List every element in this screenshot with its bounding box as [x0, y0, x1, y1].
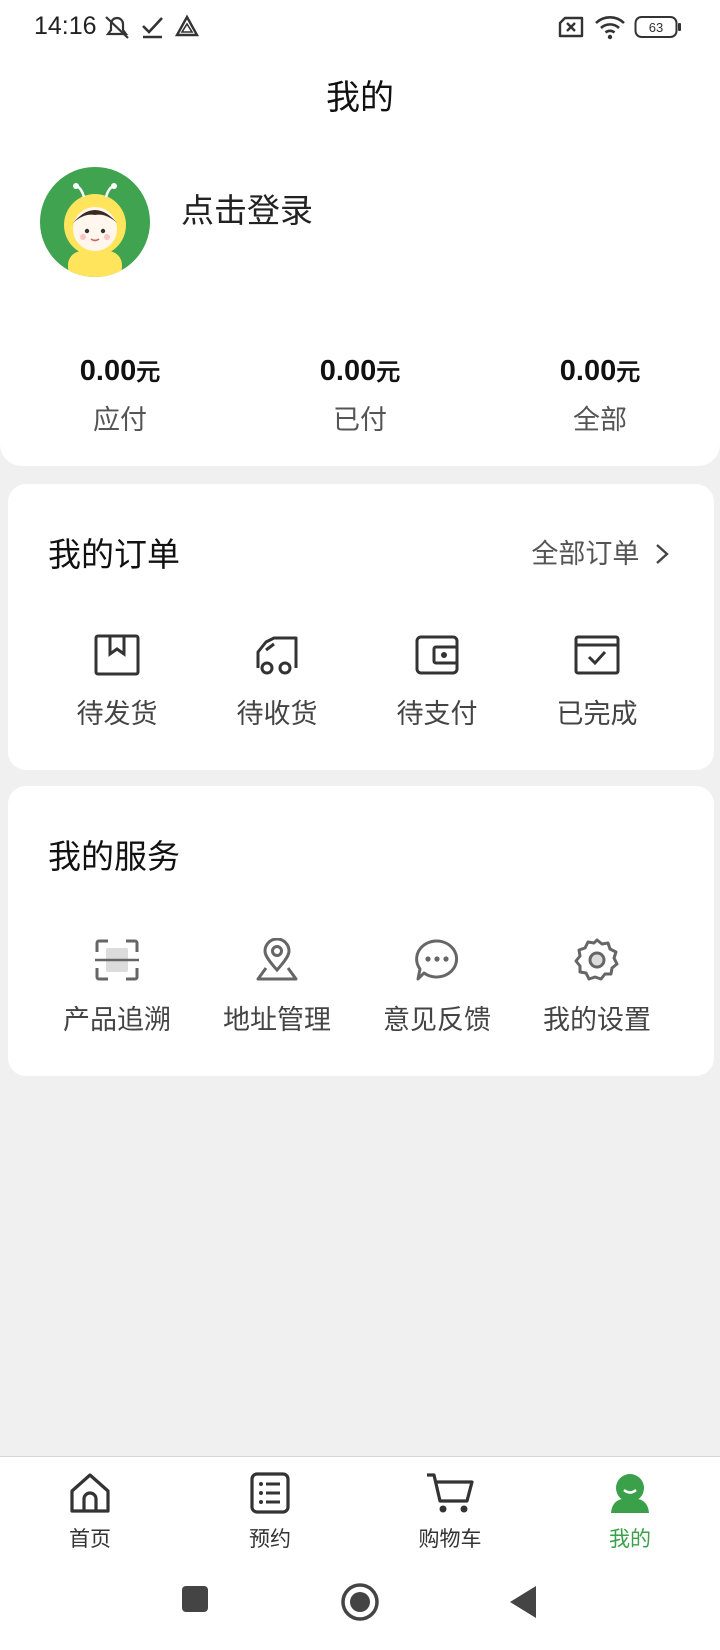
service-feedback[interactable]: 意见反馈: [357, 938, 517, 1037]
nav-label: 购物车: [418, 1527, 482, 1551]
cart-icon: [427, 1473, 474, 1513]
stat-total[interactable]: 0.00元 全部: [480, 352, 720, 437]
order-label: 待收货: [236, 699, 318, 730]
nav-cart[interactable]: 购物车: [390, 1471, 510, 1553]
service-label: 产品追溯: [63, 1005, 171, 1036]
stat-unit: 元: [136, 358, 161, 386]
nav-booking[interactable]: 预约: [210, 1471, 330, 1553]
avatar-icon: [40, 167, 150, 277]
location-icon: [256, 938, 298, 981]
service-label: 地址管理: [223, 1005, 331, 1036]
service-label: 我的设置: [543, 1005, 651, 1036]
service-label: 意见反馈: [383, 1005, 491, 1036]
nav-label: 首页: [69, 1527, 111, 1551]
order-pending-receipt[interactable]: 待收货: [197, 634, 357, 731]
check-icon: [142, 17, 163, 39]
home-button[interactable]: [340, 1582, 380, 1622]
stat-label: 已付: [333, 405, 387, 436]
order-label: 待发货: [76, 699, 158, 730]
login-link[interactable]: 点击登录: [181, 184, 313, 232]
avatar[interactable]: [40, 167, 150, 277]
list-icon: [250, 1472, 290, 1514]
stat-value: 0.00: [79, 355, 137, 387]
scan-icon: [95, 939, 139, 981]
battery-icon: 63: [634, 16, 681, 38]
chat-icon: [415, 939, 459, 981]
battery-level: 63: [649, 20, 663, 35]
chevron-right-icon: [656, 544, 669, 564]
all-orders-label: 全部订单: [531, 539, 640, 570]
completed-box-icon: [574, 635, 620, 675]
nav-mine[interactable]: 我的: [570, 1471, 690, 1553]
order-pending-payment[interactable]: 待支付: [357, 634, 517, 731]
nav-label: 预约: [249, 1527, 291, 1551]
order-completed[interactable]: 已完成: [517, 634, 677, 731]
stat-unit: 元: [376, 358, 401, 386]
services-title: 我的服务: [48, 837, 180, 876]
order-pending-shipment[interactable]: 待发货: [37, 634, 197, 731]
services-card: 我的服务 产品追溯 地址管理 意见反馈 我的设置: [8, 786, 714, 1076]
order-label: 待支付: [396, 699, 478, 730]
home-icon: [70, 1473, 110, 1513]
user-icon: [611, 1474, 649, 1513]
service-product-trace[interactable]: 产品追溯: [37, 938, 197, 1037]
nav-label: 我的: [609, 1527, 651, 1551]
orders-title: 我的订单: [48, 535, 180, 574]
mute-icon: [105, 16, 129, 39]
truck-icon: [256, 636, 298, 675]
stat-unit: 元: [616, 358, 641, 386]
drive-icon: [174, 14, 200, 37]
stat-payable[interactable]: 0.00元 应付: [0, 352, 240, 437]
wifi-icon: [595, 16, 625, 40]
stat-label: 应付: [93, 405, 147, 436]
gear-icon: [574, 938, 619, 981]
stat-value: 0.00: [319, 355, 377, 387]
status-bar: 14:16 63: [0, 0, 720, 54]
page-title: 我的: [326, 78, 394, 118]
all-orders-link[interactable]: 全部订单: [531, 532, 670, 571]
back-button[interactable]: [508, 1584, 538, 1620]
nav-home[interactable]: 首页: [30, 1471, 150, 1553]
package-icon: [94, 634, 140, 676]
recent-apps-button[interactable]: [180, 1584, 210, 1614]
status-time: 14:16: [34, 12, 97, 40]
service-settings[interactable]: 我的设置: [517, 938, 677, 1037]
stat-paid[interactable]: 0.00元 已付: [240, 352, 480, 437]
service-address[interactable]: 地址管理: [197, 938, 357, 1037]
stat-label: 全部: [573, 405, 627, 436]
orders-card: 我的订单 全部订单 待发货 待收货 待支付 已完成: [8, 484, 714, 770]
order-label: 已完成: [556, 699, 638, 730]
stat-value: 0.00: [559, 355, 617, 387]
wallet-icon: [415, 635, 459, 675]
sim-off-icon: [558, 16, 584, 38]
